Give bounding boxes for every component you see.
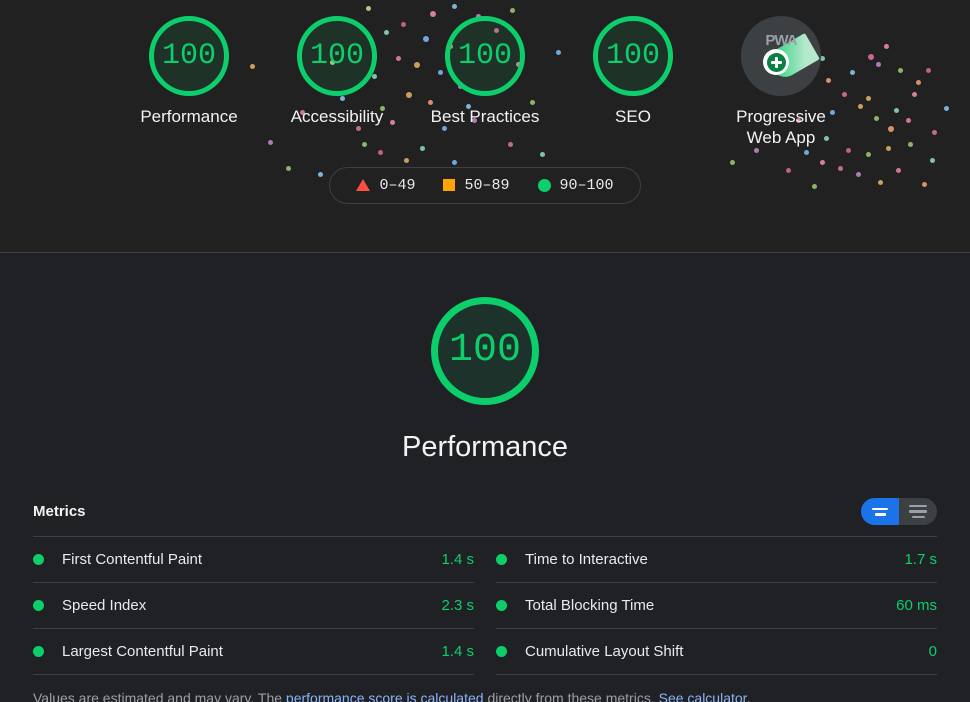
pwa-badge-icon: PWA [741, 16, 821, 96]
confetti-dot [804, 150, 809, 155]
confetti-dot [846, 148, 851, 153]
hero-gauge-ring-icon: 100 [431, 297, 539, 405]
metric-value: 1.7 s [904, 551, 937, 568]
pwa-badge-text: PWA [765, 32, 797, 49]
hero-score: 100 [448, 328, 521, 373]
metric-value: 0 [928, 643, 937, 660]
legend-item-fail: 0–49 [356, 177, 415, 194]
category-gauges-row: 100 Performance 100 Accessibility 100 Be… [0, 0, 970, 149]
gauge-label: SEO [615, 107, 651, 126]
toggle-list-view-button[interactable] [899, 498, 937, 525]
status-dot-icon [496, 600, 507, 611]
score-legend-wrap: 0–49 50–89 90–100 [0, 166, 970, 204]
metrics-view-toggle[interactable] [861, 498, 937, 525]
gauge-seo[interactable]: 100 SEO [559, 16, 707, 127]
gauge-label: Performance [140, 107, 238, 126]
legend-range: 50–89 [464, 176, 510, 194]
square-icon [443, 179, 456, 191]
gauge-score: 100 [605, 39, 660, 73]
gauge-performance[interactable]: 100 Performance [115, 16, 263, 127]
performance-category-section: 100 Performance Metrics First Contentful… [0, 253, 970, 702]
metric-name: Time to Interactive [525, 551, 648, 568]
gauge-ring-icon: 100 [149, 16, 229, 96]
disclaimer-text-before: Values are estimated and may vary. The [33, 690, 286, 702]
metric-name: Total Blocking Time [525, 597, 655, 614]
hero-gauge: 100 Performance [0, 297, 970, 464]
metric-row[interactable]: Speed Index 2.3 s [33, 583, 474, 629]
metric-row[interactable]: First Contentful Paint 1.4 s [33, 537, 474, 583]
metric-row[interactable]: Time to Interactive 1.7 s [496, 537, 937, 583]
confetti-dot [404, 158, 409, 163]
metric-value: 1.4 s [441, 643, 474, 660]
confetti-dot [540, 152, 545, 157]
confetti-dot [730, 160, 735, 165]
metric-name: First Contentful Paint [62, 551, 203, 568]
gauge-progressive-web-app[interactable]: PWA Progressive Web App [707, 16, 855, 149]
confetti-dot [820, 160, 825, 165]
metrics-grid: First Contentful Paint 1.4 s Speed Index… [33, 536, 937, 675]
legend-item-pass: 90–100 [537, 176, 614, 194]
gauge-best-practices[interactable]: 100 Best Practices [411, 16, 559, 127]
page-title: Performance [401, 431, 568, 463]
legend-item-average: 50–89 [443, 176, 510, 194]
status-dot-icon [496, 646, 507, 657]
performance-score-link[interactable]: performance score is calculated [286, 690, 484, 702]
metrics-section-title: Metrics [33, 503, 86, 520]
circle-icon [537, 178, 551, 192]
gauge-label: Progressive Web App [736, 107, 826, 148]
status-dot-icon [33, 646, 44, 657]
metric-row[interactable]: Largest Contentful Paint 1.4 s [33, 629, 474, 675]
gauge-label: Accessibility [290, 107, 384, 126]
lighthouse-report: 100 Performance 100 Accessibility 100 Be… [0, 0, 970, 702]
gauge-ring-icon: 100 [593, 16, 673, 96]
metric-name: Cumulative Layout Shift [525, 643, 684, 660]
metrics-column-left: First Contentful Paint 1.4 s Speed Index… [33, 537, 474, 675]
status-dot-icon [33, 600, 44, 611]
confetti-dot [378, 150, 383, 155]
gauge-score: 100 [161, 39, 216, 73]
gauge-accessibility[interactable]: 100 Accessibility [263, 16, 411, 127]
triangle-icon [356, 179, 371, 191]
legend-range: 0–49 [379, 176, 416, 194]
metric-value: 60 ms [896, 597, 937, 614]
pwa-plus-icon [763, 49, 789, 75]
gauge-ring-icon: 100 [297, 16, 377, 96]
see-calculator-link[interactable]: See calculator. [659, 690, 751, 702]
confetti-dot [754, 148, 759, 153]
toggle-expand-view-button[interactable] [861, 498, 899, 525]
metric-row[interactable]: Total Blocking Time 60 ms [496, 583, 937, 629]
metrics-disclaimer: Values are estimated and may vary. The p… [33, 689, 937, 702]
status-dot-icon [33, 554, 44, 565]
metric-name: Largest Contentful Paint [62, 643, 223, 660]
confetti-dot [930, 158, 935, 163]
metric-value: 1.4 s [441, 551, 474, 568]
metric-name: Speed Index [62, 597, 147, 614]
score-legend: 0–49 50–89 90–100 [329, 166, 641, 204]
gauge-label: Best Practices [430, 107, 540, 126]
scores-section: 100 Performance 100 Accessibility 100 Be… [0, 0, 970, 253]
metrics-column-right: Time to Interactive 1.7 s Total Blocking… [496, 537, 937, 675]
metrics-header: Metrics [33, 498, 937, 536]
legend-range: 90–100 [559, 176, 614, 194]
gauge-score: 100 [309, 39, 364, 73]
metric-row[interactable]: Cumulative Layout Shift 0 [496, 629, 937, 675]
confetti-dot [866, 152, 871, 157]
gauge-ring-icon: 100 [445, 16, 525, 96]
disclaimer-text-middle: directly from these metrics. [483, 690, 659, 702]
status-dot-icon [496, 554, 507, 565]
metrics-block: Metrics First Contentful Paint 1.4 s Spe… [33, 498, 937, 675]
confetti-dot [452, 160, 457, 165]
gauge-score: 100 [457, 39, 512, 73]
metric-value: 2.3 s [441, 597, 474, 614]
